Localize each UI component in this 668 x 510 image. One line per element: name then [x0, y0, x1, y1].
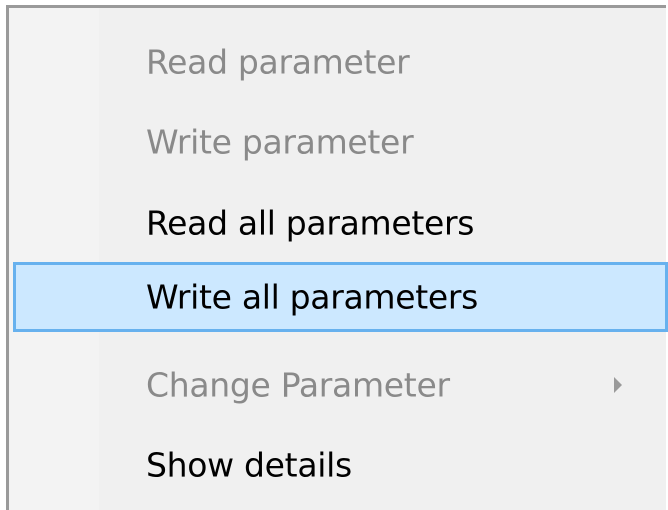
context-menu: Read parameter Write parameter Read all … — [6, 5, 668, 510]
menu-item-label: Show details — [146, 445, 352, 485]
menu-item-read-parameter[interactable]: Read parameter — [13, 27, 668, 97]
menu-item-show-details[interactable]: Show details — [13, 430, 668, 500]
menu-item-label: Read all parameters — [146, 203, 475, 243]
menu-item-label: Change Parameter — [146, 365, 450, 405]
chevron-right-icon — [614, 377, 622, 393]
menu-item-change-parameter[interactable]: Change Parameter — [13, 350, 668, 420]
menu-item-write-all-parameters[interactable]: Write all parameters — [13, 262, 668, 332]
menu-item-label: Write parameter — [146, 122, 414, 162]
menu-item-label: Read parameter — [146, 42, 410, 82]
menu-item-write-parameter[interactable]: Write parameter — [13, 107, 668, 177]
menu-item-label: Write all parameters — [146, 277, 479, 317]
menu-item-read-all-parameters[interactable]: Read all parameters — [13, 188, 668, 258]
